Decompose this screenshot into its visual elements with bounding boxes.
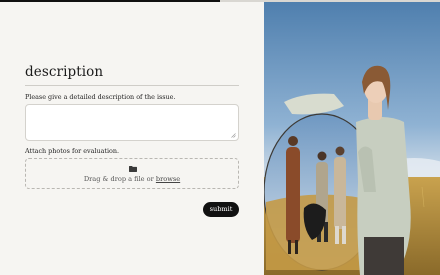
fashion-photo [264, 2, 440, 275]
submit-button[interactable]: submit [203, 202, 239, 217]
hero-photo [264, 2, 440, 275]
resize-grip-icon[interactable] [231, 133, 236, 138]
photos-label: Attach photos for evaluation. [25, 147, 120, 155]
title-divider [25, 85, 239, 86]
page-title: description [25, 64, 104, 80]
drop-zone-text: Drag & drop a file or browse [26, 175, 238, 183]
description-label: Please give a detailed description of th… [25, 93, 176, 101]
description-textarea[interactable] [25, 104, 239, 141]
drop-instruction: Drag & drop a file or [83, 175, 156, 183]
browse-link[interactable]: browse [156, 175, 180, 183]
folder-icon [129, 166, 137, 172]
file-drop-zone[interactable]: Drag & drop a file or browse [25, 158, 239, 189]
